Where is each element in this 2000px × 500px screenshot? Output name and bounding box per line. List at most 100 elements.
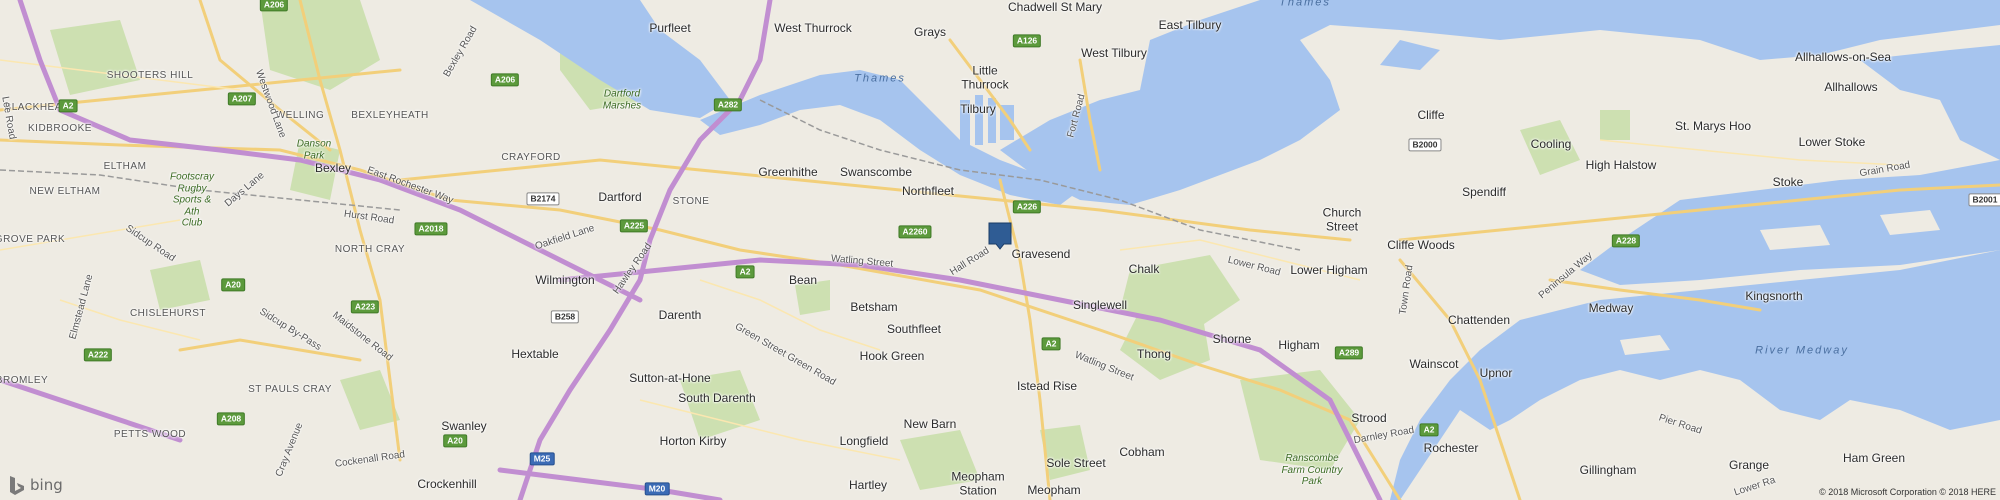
place-label: Betsham (850, 300, 898, 314)
bing-logo-text: bing (30, 476, 63, 494)
road-shield: A20 (221, 278, 245, 292)
road-shield: A2 (1041, 337, 1061, 351)
road-shield: B2174 (526, 192, 560, 206)
road-shield: A225 (619, 219, 649, 233)
road-shield: M20 (644, 482, 670, 496)
road-shield: A228 (1611, 234, 1641, 248)
place-label: Longfield (839, 434, 889, 448)
place-label: Meopham (1027, 483, 1081, 497)
place-label: Istead Rise (1016, 379, 1078, 393)
place-label: Horton Kirby (659, 434, 727, 448)
district-label: ST PAULS CRAY (248, 384, 332, 395)
place-label: Grange (1728, 458, 1770, 472)
district-label: NORTH CRAY (334, 244, 406, 255)
road-shield: A2260 (898, 225, 932, 239)
place-label: Medway (1588, 301, 1634, 315)
park-label: Danson Park (296, 138, 332, 162)
place-label: New Barn (903, 417, 957, 431)
place-label: Cliffe Woods (1387, 238, 1455, 252)
place-label: Swanscombe (839, 165, 913, 179)
road-shield: A223 (350, 300, 380, 314)
place-label: Stoke (1772, 175, 1804, 189)
place-label: Lower Stoke (1798, 135, 1866, 149)
place-label: Spendiff (1462, 185, 1506, 199)
road-shield: B258 (550, 310, 580, 324)
place-label: Chalk (1128, 262, 1160, 276)
place-label: Greenhithe (758, 165, 818, 179)
place-label: Sole Street (1046, 456, 1106, 470)
place-label: Hextable (511, 347, 559, 361)
place-label: Singlewell (1072, 298, 1128, 312)
place-label: Rochester (1423, 441, 1479, 455)
place-label: Kingsnorth (1745, 289, 1803, 303)
district-label: BEXLEYHEATH (351, 110, 429, 121)
road-shield: A206 (259, 0, 289, 12)
road-shield: A206 (490, 73, 520, 87)
water-label: Thames (1279, 0, 1331, 9)
district-label: KIDBROOKE (28, 123, 92, 134)
place-label: Dartford (598, 190, 642, 204)
place-label: Shorne (1212, 332, 1252, 346)
park-label: Footscray Rugby Sports & Ath Club (170, 171, 214, 229)
road-shield: B2000 (1408, 138, 1442, 152)
place-label: Meopham Station (951, 469, 1005, 498)
road-shield: A2018 (414, 222, 448, 236)
place-label: Cooling (1530, 137, 1572, 151)
district-label: SHOOTERS HILL (106, 70, 194, 81)
place-label: West Thurrock (774, 21, 852, 35)
road-shield: A2 (58, 99, 78, 113)
place-label: High Halstow (1585, 158, 1657, 172)
place-label: Church Street (1322, 205, 1362, 234)
map-pin-icon[interactable] (989, 223, 1011, 249)
district-label: WELLING (275, 110, 325, 121)
place-label: Purfleet (649, 21, 691, 35)
bing-logo[interactable]: bing (8, 476, 63, 494)
district-label: GROVE PARK (0, 234, 66, 245)
place-label: Allhallows-on-Sea (1794, 50, 1892, 64)
water-label: Thames (854, 72, 906, 85)
road-shield: B2001 (1968, 193, 2000, 207)
place-label: Sutton-at-Hone (629, 371, 711, 385)
district-label: PETTS WOOD (113, 429, 187, 440)
place-label: Lower Higham (1290, 263, 1368, 277)
place-label: Bexley (314, 161, 352, 175)
place-label: Cobham (1119, 445, 1165, 459)
road-shield: M25 (529, 452, 555, 466)
district-label: ELTHAM (103, 161, 147, 172)
place-label: Northfleet (901, 184, 955, 198)
place-label: Wilmington (535, 273, 595, 287)
road-shield: A20 (443, 434, 467, 448)
place-label: Thong (1136, 347, 1172, 361)
place-label: Chattenden (1447, 313, 1511, 327)
place-label: Gravesend (1011, 247, 1071, 261)
map-canvas[interactable]: Purfleet West Thurrock Grays Chadwell St… (0, 0, 2000, 500)
park-label: Dartford Marshes (602, 88, 642, 112)
place-label: Hook Green (859, 349, 925, 363)
place-label: Allhallows (1824, 80, 1878, 94)
place-label: Wainscot (1409, 357, 1459, 371)
place-label: Bean (788, 273, 818, 287)
road-shield: A289 (1334, 346, 1364, 360)
place-label: St. Marys Hoo (1674, 119, 1752, 133)
place-label: Ham Green (1842, 451, 1906, 465)
place-label: Darenth (658, 308, 702, 322)
place-label: Upnor (1479, 366, 1513, 380)
place-label: Gillingham (1579, 463, 1637, 477)
water-label: River Medway (1755, 344, 1849, 357)
place-label: Hartley (848, 478, 888, 492)
place-label: Strood (1351, 411, 1387, 425)
road-shield: A222 (83, 348, 113, 362)
district-label: BROMLEY (0, 375, 49, 386)
place-label: Southfleet (886, 322, 942, 336)
road-shield: A207 (227, 92, 257, 106)
road-shield: A126 (1012, 34, 1042, 48)
place-label: West Tilbury (1081, 46, 1147, 60)
copyright-notice: © 2018 Microsoft Corporation © 2018 HERE (1819, 487, 1996, 497)
place-label: Crockenhill (417, 477, 477, 491)
place-label: East Tilbury (1158, 18, 1222, 32)
district-label: CHISLEHURST (129, 308, 207, 319)
road-shield: A2 (1419, 423, 1439, 437)
road-shield: A208 (216, 412, 246, 426)
place-label: South Darenth (678, 391, 756, 405)
road-shield: A282 (713, 98, 743, 112)
